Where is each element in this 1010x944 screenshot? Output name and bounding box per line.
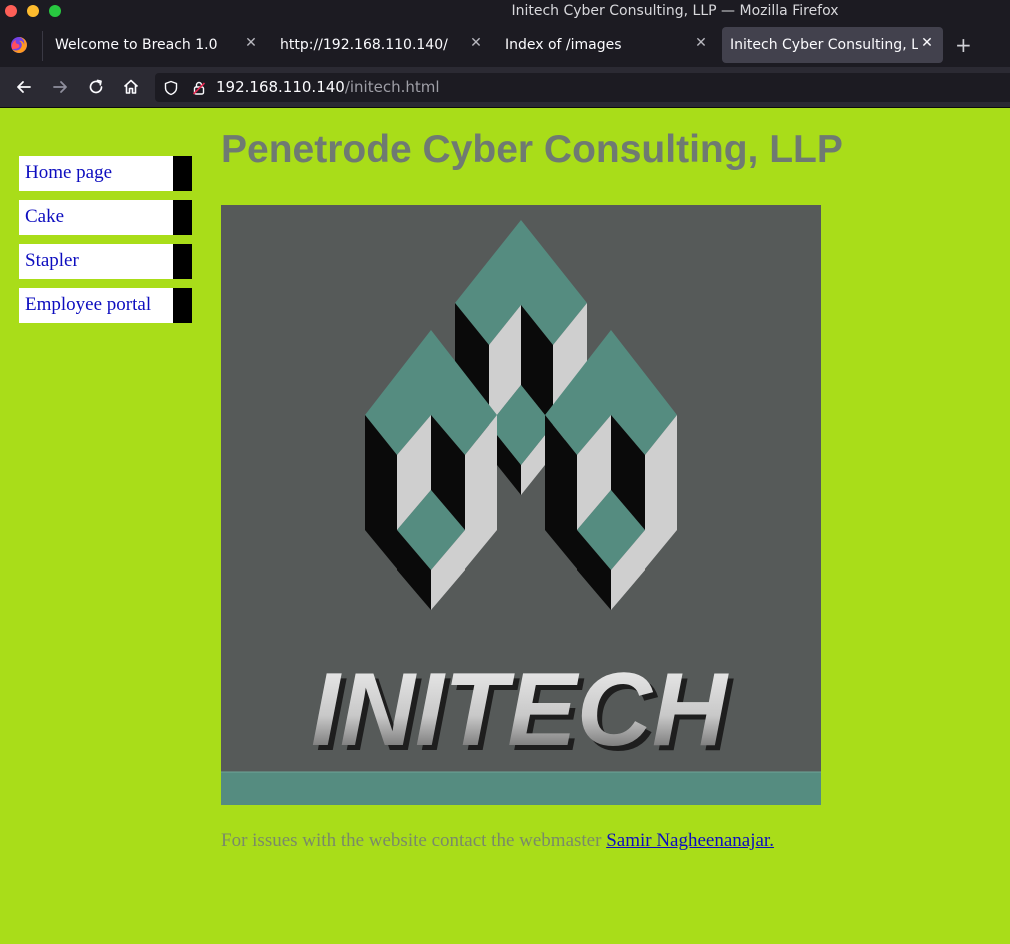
tab-home-url[interactable]: http://192.168.110.140/ ✕	[268, 27, 490, 63]
tab-strip: Welcome to Breach 1.0 ✕ http://192.168.1…	[0, 23, 1010, 67]
url-bar[interactable]: 192.168.110.140/initech.html	[155, 73, 1010, 102]
url-path: /initech.html	[344, 78, 440, 96]
sidebar-link-cake[interactable]: Cake	[25, 206, 64, 228]
tab-label: http://192.168.110.140/	[280, 37, 448, 53]
menu-item-bar	[173, 288, 192, 323]
initech-logo: INITECH INITECH	[221, 205, 821, 805]
insecure-lock-icon[interactable]	[191, 80, 207, 96]
tab-label: Welcome to Breach 1.0	[55, 37, 218, 53]
home-icon[interactable]	[121, 77, 141, 97]
menu-item-bar	[173, 156, 192, 191]
sidebar-menu: Home page Cake Stapler Employee portal	[19, 156, 192, 332]
url-host: 192.168.110.140	[216, 78, 345, 96]
menu-item-bar	[173, 244, 192, 279]
sidebar-item-cake[interactable]: Cake	[19, 200, 192, 235]
close-icon[interactable]: ✕	[919, 35, 935, 51]
close-icon[interactable]: ✕	[693, 35, 709, 51]
reload-icon[interactable]	[86, 77, 106, 97]
tab-welcome[interactable]: Welcome to Breach 1.0 ✕	[43, 27, 265, 63]
window-title: Initech Cyber Consulting, LLP — Mozilla …	[511, 3, 839, 19]
sidebar-link-stapler[interactable]: Stapler	[25, 250, 79, 272]
page-title: Penetrode Cyber Consulting, LLP	[221, 128, 843, 171]
sidebar-link-home-page[interactable]: Home page	[25, 162, 112, 184]
menu-item-bar	[173, 200, 192, 235]
firefox-icon[interactable]	[10, 36, 28, 54]
footer-text: For issues with the website contact the …	[221, 830, 607, 851]
back-arrow-icon[interactable]	[14, 77, 34, 97]
forward-arrow-icon[interactable]	[50, 77, 70, 97]
navigation-toolbar: 192.168.110.140/initech.html	[0, 67, 1010, 108]
window-titlebar: Initech Cyber Consulting, LLP — Mozilla …	[0, 0, 1010, 23]
close-icon[interactable]: ✕	[468, 35, 484, 51]
shield-icon[interactable]	[163, 80, 179, 96]
tab-images-index[interactable]: Index of /images ✕	[493, 27, 715, 63]
footer-contact: For issues with the website contact the …	[221, 830, 774, 852]
tab-label: Index of /images	[505, 37, 622, 53]
logo-wordmark: INITECH	[311, 652, 729, 768]
plus-icon[interactable]: +	[955, 35, 972, 55]
tab-initech[interactable]: Initech Cyber Consulting, LLP ✕	[722, 27, 943, 63]
sidebar-item-stapler[interactable]: Stapler	[19, 244, 192, 279]
sidebar-link-employee-portal[interactable]: Employee portal	[25, 294, 151, 316]
webmaster-link[interactable]: Samir Nagheenanajar.	[606, 830, 774, 851]
sidebar-item-home-page[interactable]: Home page	[19, 156, 192, 191]
sidebar-item-employee-portal[interactable]: Employee portal	[19, 288, 192, 323]
close-icon[interactable]: ✕	[243, 35, 259, 51]
tab-label: Initech Cyber Consulting, LLP	[730, 37, 918, 53]
url-text[interactable]: 192.168.110.140/initech.html	[216, 78, 440, 96]
